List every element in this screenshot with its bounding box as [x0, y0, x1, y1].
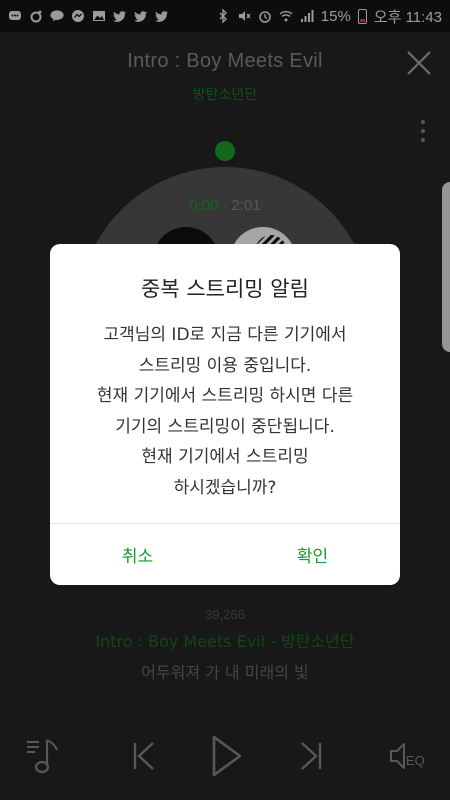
duplicate-streaming-dialog: 중복 스트리밍 알림 고객님의 ID로 지금 다른 기기에서 스트리밍 이용 중…: [50, 244, 400, 585]
dialog-message: 고객님의 ID로 지금 다른 기기에서 스트리밍 이용 중입니다. 현재 기기에…: [50, 320, 400, 503]
dialog-line: 기기의 스트리밍이 중단됩니다.: [115, 416, 335, 437]
dialog-line: 스트리밍 이용 중입니다.: [138, 355, 312, 376]
dialog-line: 하시겠습니까?: [173, 477, 277, 498]
confirm-button[interactable]: 확인: [225, 524, 400, 585]
dialog-line: 현재 기기에서 스트리밍: [141, 447, 309, 467]
dialog-line: 고객님의 ID로 지금 다른 기기에서: [103, 325, 347, 345]
dialog-line: 현재 기기에서 스트리밍 하시면 다른: [96, 386, 354, 406]
cancel-button[interactable]: 취소: [50, 524, 225, 585]
dialog-title: 중복 스트리밍 알림: [141, 277, 309, 301]
